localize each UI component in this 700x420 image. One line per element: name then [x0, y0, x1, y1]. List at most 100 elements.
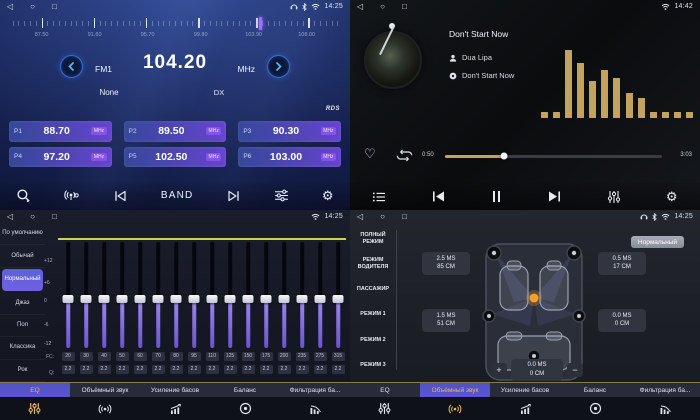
tuner-dial[interactable]: 87.5091.6095.7099.80103.90108.00	[4, 16, 346, 42]
eq-band-slider[interactable]	[185, 242, 203, 348]
listening-mode-item[interactable]: РЕЖИМ 3	[350, 353, 396, 378]
eq-band-slider[interactable]	[239, 242, 257, 348]
progress-knob[interactable]	[500, 153, 507, 160]
equalizer-settings-icon[interactable]	[274, 189, 289, 202]
bass-filter-tab-icon[interactable]	[659, 403, 672, 415]
eq-preset-item[interactable]: Классика	[0, 337, 45, 359]
audio-tab[interactable]: Баланс	[210, 383, 280, 397]
audio-tab[interactable]: Объёмный звук	[420, 383, 490, 397]
eq-preset-item[interactable]: Рок	[0, 360, 45, 382]
eq-preset-item[interactable]: Нормальный	[2, 269, 43, 291]
eq-band-slider[interactable]	[77, 242, 95, 348]
eq-band-slider[interactable]	[203, 242, 221, 348]
audio-tab[interactable]: Объёмный звук	[70, 383, 140, 397]
audio-tab[interactable]: Усиление басов	[490, 383, 560, 397]
audio-tab[interactable]: Усиление басов	[140, 383, 210, 397]
progress-bar[interactable]	[445, 155, 662, 158]
bass-boost-tab-icon[interactable]	[169, 403, 182, 415]
eq-slider-handle[interactable]	[117, 295, 128, 303]
recents-button[interactable]: □	[52, 3, 57, 11]
eq-band-slider[interactable]	[167, 242, 185, 348]
eq-band-slider[interactable]	[113, 242, 131, 348]
preset-button[interactable]: P6 103.00 MHz	[238, 147, 341, 168]
eq-slider-handle[interactable]	[153, 295, 164, 303]
eq-band-slider[interactable]	[149, 242, 167, 348]
recents-button[interactable]: □	[52, 213, 57, 221]
home-button[interactable]: ○	[380, 3, 385, 11]
eq-slider-handle[interactable]	[333, 295, 344, 303]
preset-button[interactable]: P2 89.50 MHz	[124, 121, 227, 142]
preset-button[interactable]: P4 97.20 MHz	[9, 147, 112, 168]
eq-band-slider[interactable]	[131, 242, 149, 348]
eq-band-slider[interactable]	[95, 242, 113, 348]
front-right-delay[interactable]: 0.5 MS 17 CM	[598, 252, 646, 275]
search-icon[interactable]	[16, 188, 31, 203]
listening-mode-item[interactable]: РЕЖИМ 2	[350, 327, 396, 352]
audio-tab[interactable]: EQ	[350, 383, 420, 397]
eq-slider-handle[interactable]	[243, 295, 254, 303]
equalizer-icon[interactable]	[607, 190, 621, 204]
eq-band-slider[interactable]	[59, 242, 77, 348]
audio-tab[interactable]: Фильтрация ба...	[280, 383, 350, 397]
bass-boost-tab-icon[interactable]	[519, 403, 532, 415]
eq-band-slider[interactable]	[311, 242, 329, 348]
previous-station-icon[interactable]	[113, 190, 128, 202]
preset-button[interactable]: P1 88.70 MHz	[9, 121, 112, 142]
broadcast-scan-icon[interactable]	[64, 189, 80, 203]
eq-band-slider[interactable]	[257, 242, 275, 348]
eq-slider-handle[interactable]	[207, 295, 218, 303]
eq-slider-handle[interactable]	[135, 295, 146, 303]
seek-up-button[interactable]	[267, 55, 290, 78]
settings-gear-icon[interactable]: ⚙	[322, 189, 334, 202]
rear-left-delay[interactable]: 1.5 MS 51 CM	[422, 309, 470, 332]
band-button[interactable]: BAND	[161, 190, 194, 201]
eq-preset-item[interactable]: Поп	[0, 315, 45, 337]
settings-gear-icon[interactable]: ⚙	[666, 190, 678, 203]
recents-button[interactable]: □	[402, 3, 407, 11]
eq-band-slider[interactable]	[329, 242, 347, 348]
eq-preset-item[interactable]: Джаз	[0, 292, 45, 314]
back-button[interactable]: ◁	[7, 213, 13, 221]
listening-mode-item[interactable]: РЕЖИМ ВОДИТЕЛЯ	[350, 251, 396, 276]
previous-track-icon[interactable]	[431, 190, 446, 203]
eq-slider-handle[interactable]	[261, 295, 272, 303]
repeat-icon[interactable]	[396, 149, 413, 167]
pause-icon[interactable]	[491, 190, 502, 203]
favorite-heart-icon[interactable]: ♡	[364, 147, 376, 160]
preset-button[interactable]: P3 90.30 MHz	[238, 121, 341, 142]
delay-decrease-button[interactable]: −	[567, 363, 583, 377]
eq-band-slider[interactable]	[221, 242, 239, 348]
playlist-icon[interactable]	[372, 191, 386, 203]
seek-down-button[interactable]	[60, 55, 83, 78]
bass-filter-tab-icon[interactable]	[309, 403, 322, 415]
eq-preset-item[interactable]: Обычай	[0, 245, 45, 267]
eq-slider-handle[interactable]	[189, 295, 200, 303]
listening-mode-item[interactable]: РЕЖИМ 1	[350, 302, 396, 327]
eq-tab-icon[interactable]	[28, 402, 41, 415]
preset-button[interactable]: P5 102.50 MHz	[124, 147, 227, 168]
listening-mode-item[interactable]: ПАССАЖИР	[350, 277, 396, 302]
listening-mode-item[interactable]: ПОЛНЫЙ РЕЖИМ	[350, 226, 396, 251]
eq-preset-item[interactable]: По умолчанию	[0, 223, 45, 245]
eq-slider-handle[interactable]	[63, 295, 74, 303]
surround-tab-icon[interactable]	[98, 403, 112, 415]
eq-band-slider[interactable]	[293, 242, 311, 348]
audio-tab[interactable]: Баланс	[560, 383, 630, 397]
eq-slider-handle[interactable]	[315, 295, 326, 303]
home-button[interactable]: ○	[30, 3, 35, 11]
next-track-icon[interactable]	[547, 190, 562, 203]
audio-tab[interactable]: Фильтрация ба...	[630, 383, 700, 397]
eq-slider-handle[interactable]	[99, 295, 110, 303]
dx-local-mode[interactable]: DX	[214, 88, 224, 97]
eq-slider-handle[interactable]	[297, 295, 308, 303]
audio-tab[interactable]: EQ	[0, 383, 70, 397]
eq-slider-handle[interactable]	[279, 295, 290, 303]
delay-increase-button[interactable]: +	[491, 363, 507, 377]
balance-tab-icon[interactable]	[589, 402, 602, 415]
surround-tab-icon[interactable]	[448, 403, 462, 415]
eq-slider-handle[interactable]	[81, 295, 92, 303]
next-station-icon[interactable]	[226, 190, 241, 202]
recents-button[interactable]: □	[402, 213, 407, 221]
front-left-delay[interactable]: 2.5 MS 85 CM	[422, 252, 470, 275]
balance-tab-icon[interactable]	[239, 402, 252, 415]
